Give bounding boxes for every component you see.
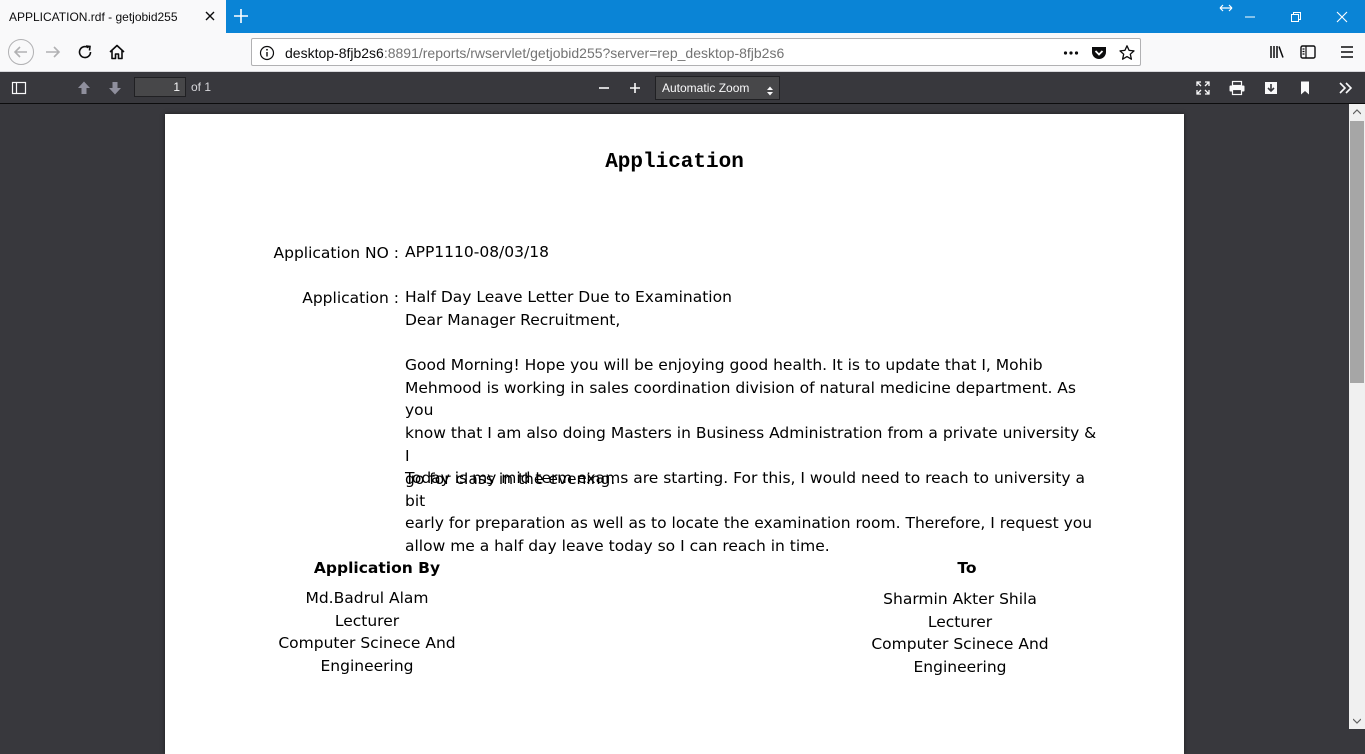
back-button[interactable]: [7, 38, 35, 66]
close-window-button[interactable]: [1319, 0, 1365, 33]
zoom-select-value: Automatic Zoom: [662, 81, 750, 95]
url-path: :8891/reports/rwservlet/getjobid255?serv…: [383, 45, 785, 61]
applicant-title: Lecturer: [334, 611, 400, 630]
tab-active[interactable]: APPLICATION.rdf - getjobid255: [0, 0, 226, 33]
navigation-bar: desktop-8fjb2s6:8891/reports/rwservlet/g…: [0, 33, 1365, 72]
pocket-icon[interactable]: [1090, 44, 1108, 62]
application-no-label: Application NO :: [273, 244, 399, 262]
tools-chevron-icon[interactable]: [1334, 76, 1358, 100]
paragraph-line: Good Morning! Hope you will be enjoying …: [405, 356, 1043, 374]
document-title: Application: [605, 151, 744, 174]
recipient-title: Lecturer: [927, 612, 993, 631]
sidebar-toggle-icon[interactable]: [1294, 38, 1322, 66]
applicant-heading: Application By: [313, 559, 441, 577]
print-icon[interactable]: [1225, 76, 1249, 100]
applicant-block: Application By: [267, 557, 487, 580]
applicant-dept-2: Engineering: [320, 657, 414, 676]
recipient-name: Sharmin Akter Shila: [883, 590, 1037, 608]
url-host: desktop-8fjb2s6: [285, 45, 384, 61]
home-icon[interactable]: [103, 38, 131, 66]
scroll-up-icon[interactable]: [1349, 104, 1365, 120]
paragraph-line: Mehmood is working in sales coordination…: [405, 378, 1076, 420]
url-bar[interactable]: desktop-8fjb2s6:8891/reports/rwservlet/g…: [251, 38, 1141, 66]
paragraph-line: allow me a half day leave today so I can…: [405, 537, 830, 556]
library-icon[interactable]: [1263, 38, 1291, 66]
download-icon[interactable]: [1259, 76, 1283, 100]
restore-button[interactable]: [1273, 0, 1319, 33]
page-count: of 1: [191, 80, 212, 94]
pdf-toolbar: 1 of 1 Automatic Zoom: [0, 72, 1365, 104]
tab-title: APPLICATION.rdf - getjobid255: [9, 9, 178, 24]
scrollbar-thumb[interactable]: [1350, 121, 1364, 383]
paragraph-line: Today is my mid term exams are starting.…: [405, 469, 1086, 510]
bookmark-icon[interactable]: [1293, 76, 1317, 100]
forward-button[interactable]: [39, 38, 67, 66]
pdf-viewer: Application Application NO : APP1110-08/…: [0, 104, 1349, 754]
recipient-block: To: [857, 557, 1077, 580]
applicant-name: Md.Badrul Alam: [305, 589, 429, 607]
applicant-details: Md.Badrul Alam Lecturer Computer Scinece…: [257, 587, 477, 678]
site-info-icon[interactable]: [258, 44, 276, 62]
tab-bar: APPLICATION.rdf - getjobid255: [0, 0, 1365, 33]
zoom-out-icon[interactable]: [592, 76, 616, 100]
page-actions-icon[interactable]: [1062, 44, 1080, 62]
salutation: Dear Manager Recruitment,: [405, 311, 621, 329]
sidebar-toggle-pdf-icon[interactable]: [7, 76, 31, 100]
presentation-mode-icon[interactable]: [1191, 76, 1215, 100]
previous-page-icon[interactable]: [72, 76, 96, 100]
page-number-input[interactable]: 1: [134, 77, 186, 97]
close-tab-icon[interactable]: [202, 8, 218, 24]
pdf-page: Application Application NO : APP1110-08/…: [165, 114, 1184, 754]
applicant-dept: Computer Scinece And: [278, 634, 456, 653]
vertical-scrollbar[interactable]: [1349, 104, 1365, 729]
recipient-dept: Computer Scinece And: [871, 635, 1049, 654]
next-page-icon[interactable]: [103, 76, 127, 100]
scroll-down-icon[interactable]: [1349, 713, 1365, 729]
recipient-details: Sharmin Akter Shila Lecturer Computer Sc…: [850, 588, 1070, 679]
zoom-select[interactable]: Automatic Zoom: [655, 76, 780, 100]
application-label: Application :: [302, 289, 399, 307]
zoom-in-icon[interactable]: [623, 76, 647, 100]
new-tab-icon[interactable]: [231, 6, 251, 26]
url-text: desktop-8fjb2s6:8891/reports/rwservlet/g…: [285, 45, 784, 61]
paragraph-line: know that I am also doing Masters in Bus…: [405, 424, 1097, 465]
bookmark-star-icon[interactable]: [1118, 44, 1136, 62]
application-no-value: APP1110-08/03/18: [405, 243, 549, 261]
recipient-dept-2: Engineering: [913, 658, 1007, 677]
paragraph-2: Today is my mid term exams are starting.…: [405, 467, 1105, 558]
select-arrows-icon: [767, 82, 773, 96]
paragraph-line: early for preparation as well as to loca…: [405, 514, 1093, 533]
menu-icon[interactable]: [1333, 38, 1361, 66]
application-subject: Half Day Leave Letter Due to Examination: [405, 288, 732, 306]
recipient-heading: To: [957, 559, 977, 577]
reload-icon[interactable]: [71, 38, 99, 66]
minimize-button[interactable]: [1227, 0, 1273, 33]
